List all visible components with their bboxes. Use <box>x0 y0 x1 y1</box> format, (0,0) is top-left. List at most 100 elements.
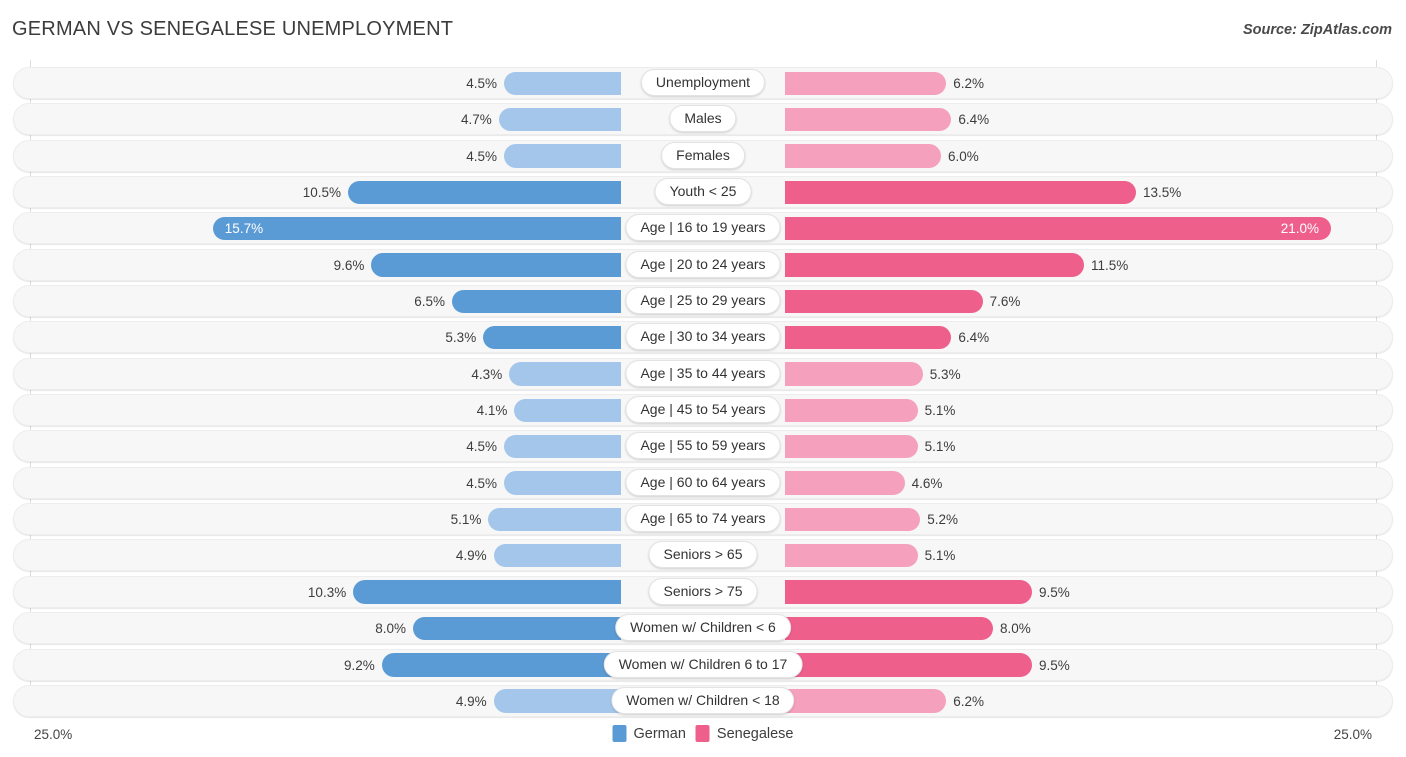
value-senegalese: 9.5% <box>1039 584 1070 600</box>
bar-senegalese <box>785 653 1032 677</box>
value-senegalese: 5.2% <box>927 512 958 528</box>
row-label: Women w/ Children < 18 <box>611 686 795 714</box>
chart-page: GERMAN VS SENEGALESE UNEMPLOYMENT Source… <box>0 0 1406 757</box>
row-label: Age | 60 to 64 years <box>625 468 781 496</box>
bar-senegalese <box>785 289 983 314</box>
table-row: 10.5% 13.5% Youth < 25 <box>0 174 1406 210</box>
row-label: Seniors > 75 <box>648 577 758 605</box>
bar-senegalese <box>785 543 918 568</box>
row-label: Age | 45 to 54 years <box>625 396 781 424</box>
chart-area: 4.5% 6.2% Unemployment 4.7% 6.4% Males 4.5% 6.0… <box>0 60 1406 717</box>
row-label: Youth < 25 <box>654 178 752 206</box>
table-row: 4.5% 4.6% Age | 60 to 64 years <box>0 465 1406 501</box>
value-senegalese: 5.1% <box>924 403 956 419</box>
bar-german <box>514 398 621 423</box>
row-label: Women w/ Children < 6 <box>615 614 791 642</box>
table-row: 5.1% 5.2% Age | 65 to 74 years <box>0 501 1406 537</box>
value-senegalese: 9.5% <box>1039 657 1070 673</box>
bar-senegalese <box>785 616 993 641</box>
value-german: 4.5% <box>466 76 497 91</box>
value-german: 4.7% <box>461 112 492 128</box>
legend-swatch-senegalese <box>695 725 710 742</box>
bar-senegalese <box>785 216 1331 241</box>
legend-swatch-german <box>612 725 627 742</box>
row-label: Seniors > 65 <box>648 541 758 569</box>
value-senegalese: 5.1% <box>924 548 956 564</box>
chart-footer: 25.0% 25.0% German Senegalese <box>0 715 1406 757</box>
legend-item: Senegalese <box>695 725 794 742</box>
table-row: 4.5% 6.2% Unemployment <box>0 65 1406 101</box>
table-row: 8.0% 8.0% Women w/ Children < 6 <box>0 610 1406 646</box>
value-german: 5.3% <box>445 330 477 346</box>
row-label: Age | 25 to 29 years <box>625 287 781 315</box>
table-row: 6.5% 7.6% Age | 25 to 29 years <box>0 283 1406 319</box>
page-title: GERMAN VS SENEGALESE UNEMPLOYMENT <box>12 18 454 40</box>
bar-german <box>509 362 621 386</box>
row-label: Unemployment <box>640 69 766 96</box>
bar-senegalese <box>785 398 918 423</box>
value-german: 10.5% <box>302 185 341 201</box>
legend-label: Senegalese <box>716 725 794 742</box>
table-row: 4.3% 5.3% Age | 35 to 44 years <box>0 356 1406 392</box>
value-german: 9.2% <box>344 657 375 673</box>
legend-label: German <box>633 725 686 742</box>
bar-german <box>488 507 621 532</box>
value-german: 4.9% <box>455 548 487 564</box>
value-german: 9.6% <box>333 257 365 273</box>
value-german: 15.7% <box>224 221 264 237</box>
table-row: 5.3% 6.4% Age | 30 to 34 years <box>0 319 1406 355</box>
value-senegalese: 4.6% <box>911 475 943 491</box>
value-german: 4.1% <box>476 403 508 419</box>
bar-german <box>498 107 621 132</box>
axis-label-left: 25.0% <box>34 727 73 742</box>
source-attribution: Source: ZipAtlas.com <box>1242 22 1392 38</box>
value-senegalese: 6.4% <box>958 330 990 346</box>
bar-german <box>493 689 621 713</box>
bar-senegalese <box>785 580 1032 604</box>
table-row: 10.3% 9.5% Seniors > 75 <box>0 574 1406 610</box>
axis-label-right: 25.0% <box>1333 727 1372 742</box>
value-senegalese: 5.1% <box>924 439 956 455</box>
bar-german <box>353 580 621 604</box>
value-senegalese: 7.6% <box>989 294 1021 310</box>
value-senegalese: 21.0% <box>1280 221 1319 237</box>
value-senegalese: 5.3% <box>929 366 961 382</box>
bar-german <box>381 653 621 677</box>
bar-german <box>452 289 621 314</box>
bar-german <box>493 543 621 568</box>
value-german: 8.0% <box>375 621 406 637</box>
bar-senegalese <box>785 71 947 95</box>
bar-german <box>504 471 621 495</box>
value-senegalese: 6.0% <box>948 148 979 164</box>
bar-senegalese <box>785 107 952 132</box>
value-senegalese: 6.4% <box>958 112 990 128</box>
legend-item: German <box>612 725 686 742</box>
row-label: Age | 65 to 74 years <box>625 505 781 533</box>
row-label: Age | 20 to 24 years <box>625 250 781 278</box>
bar-senegalese <box>785 471 905 495</box>
bar-german <box>413 616 621 641</box>
chart-rows: 4.5% 6.2% Unemployment 4.7% 6.4% Males 4.5% 6.0… <box>0 65 1406 719</box>
value-german: 4.5% <box>466 439 497 455</box>
bar-senegalese <box>785 434 918 459</box>
bar-german <box>212 216 621 241</box>
value-german: 4.5% <box>466 475 497 491</box>
bar-german <box>371 253 621 277</box>
row-label: Males <box>669 105 737 133</box>
bar-german <box>348 180 621 205</box>
value-german: 4.9% <box>455 693 487 709</box>
value-senegalese: 13.5% <box>1143 185 1182 201</box>
bar-german <box>504 434 621 459</box>
table-row: 4.1% 5.1% Age | 45 to 54 years <box>0 392 1406 428</box>
value-senegalese: 11.5% <box>1091 257 1129 273</box>
row-label: Women w/ Children 6 to 17 <box>603 650 803 678</box>
bar-german <box>483 325 621 350</box>
value-german: 10.3% <box>307 584 347 600</box>
value-senegalese: 6.2% <box>953 76 984 91</box>
bar-senegalese <box>785 325 952 350</box>
table-row: 4.5% 6.0% Females <box>0 138 1406 174</box>
chart-legend: German Senegalese <box>612 725 794 742</box>
row-label: Age | 55 to 59 years <box>625 432 781 460</box>
bar-german <box>504 144 621 168</box>
value-german: 4.5% <box>466 148 497 164</box>
